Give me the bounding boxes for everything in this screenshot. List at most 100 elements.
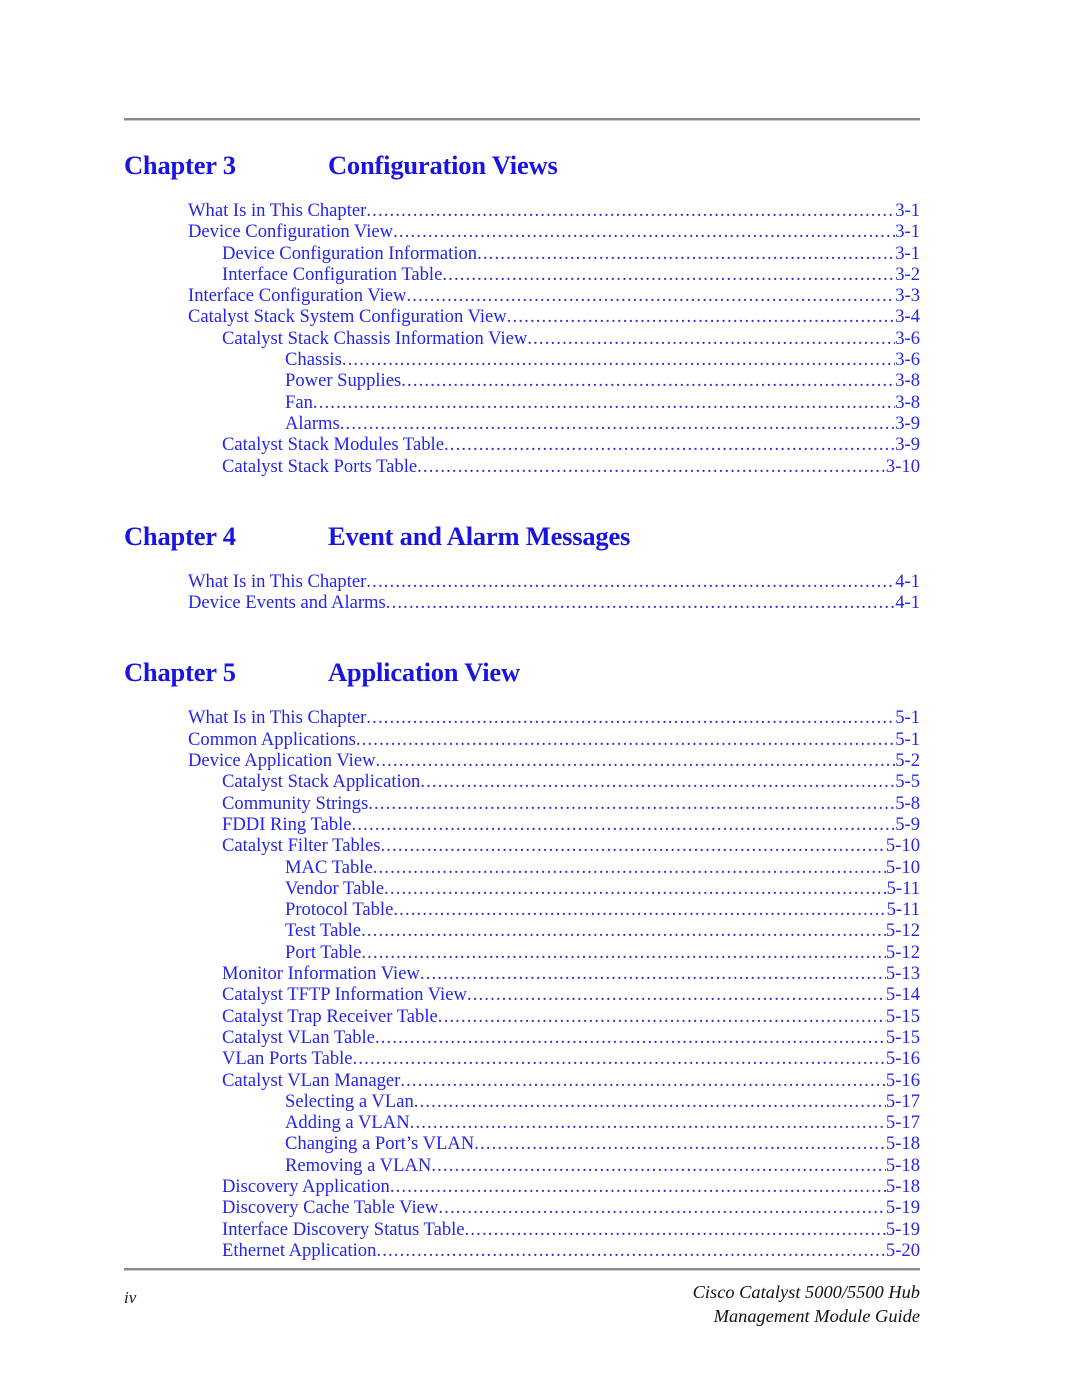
toc-entry-page-number: 5-1 — [895, 707, 920, 729]
toc-entry[interactable]: What Is in This Chapter 5-1 — [124, 707, 920, 728]
toc-entry-page-number: 5-2 — [895, 750, 920, 772]
toc-entry-label: Test Table — [285, 920, 362, 942]
toc-entry-label: Removing a VLAN — [285, 1154, 432, 1176]
toc-entry-label: Selecting a VLan — [285, 1090, 414, 1112]
toc-entry[interactable]: Monitor Information View 5-13 — [124, 963, 920, 984]
chapter-number-label: Chapter 3 — [124, 150, 236, 180]
toc-leader-dots — [340, 413, 895, 434]
toc-entry-label: Catalyst Stack System Configuration View — [188, 306, 507, 328]
toc-entry[interactable]: Device Configuration Information 3-1 — [124, 243, 920, 264]
toc-entry[interactable]: Device Application View 5-2 — [124, 750, 920, 771]
toc-entry-page-number: 3-6 — [895, 327, 920, 349]
toc-entry[interactable]: Removing a VLAN 5-18 — [124, 1155, 920, 1176]
toc-entry[interactable]: Device Events and Alarms 4-1 — [124, 592, 920, 613]
toc-entry-page-number: 3-10 — [885, 455, 920, 477]
toc-leader-dots — [431, 1155, 886, 1176]
toc-entry[interactable]: Catalyst Stack Chassis Information View 3… — [124, 328, 920, 349]
toc-entry[interactable]: Selecting a VLan 5-17 — [124, 1091, 920, 1112]
toc-entry-label: VLan Ports Table — [222, 1048, 353, 1070]
toc-entry[interactable]: Catalyst VLan Table 5-15 — [124, 1027, 920, 1048]
toc-entry-page-number: 5-10 — [885, 856, 920, 878]
toc-entry[interactable]: Chassis 3-6 — [124, 349, 920, 370]
toc-entry[interactable]: Vendor Table 5-11 — [124, 878, 920, 899]
toc-entry[interactable]: MAC Table 5-10 — [124, 857, 920, 878]
toc-entry-label: What Is in This Chapter — [188, 200, 367, 221]
toc-entry-page-number: 4-1 — [895, 570, 920, 592]
toc-entry[interactable]: Device Configuration View 3-1 — [124, 221, 920, 242]
toc-entry-label: Ethernet Application — [222, 1239, 377, 1261]
footer-rule — [124, 1268, 920, 1271]
toc-entry[interactable]: Protocol Table 5-11 — [124, 899, 920, 920]
toc-leader-dots — [410, 1112, 886, 1133]
toc-leader-dots — [386, 592, 895, 613]
toc-entry[interactable]: Ethernet Application 5-20 — [124, 1240, 920, 1261]
toc-entry[interactable]: Catalyst Trap Receiver Table 5-15 — [124, 1006, 920, 1027]
toc-entry[interactable]: Power Supplies 3-8 — [124, 370, 920, 391]
footer-document-title: Cisco Catalyst 5000/5500 Hub Management … — [693, 1280, 920, 1328]
toc-entry[interactable]: Catalyst Filter Tables 5-10 — [124, 835, 920, 856]
toc-entry[interactable]: Interface Configuration View 3-3 — [124, 285, 920, 306]
toc-entry-label: Catalyst Stack Chassis Information View — [222, 327, 528, 349]
toc-entry-page-number: 3-3 — [895, 285, 920, 307]
chapter-number-label: Chapter 4 — [124, 520, 236, 551]
toc-entry[interactable]: Catalyst Stack Ports Table 3-10 — [124, 456, 920, 477]
toc-entry-label: What Is in This Chapter — [188, 707, 367, 729]
toc-entry[interactable]: Catalyst Stack System Configuration View… — [124, 306, 920, 327]
toc-leader-dots — [352, 814, 896, 835]
toc-entry-label: Port Table — [285, 941, 362, 963]
toc-entry-list: What Is in This Chapter3-1Device Configu… — [124, 200, 920, 477]
toc-leader-dots — [376, 1240, 886, 1261]
toc-entry-label: Catalyst TFTP Information View — [222, 984, 467, 1006]
toc-entry[interactable]: Catalyst Stack Modules Table 3-9 — [124, 434, 920, 455]
toc-entry-page-number: 3-8 — [895, 391, 920, 413]
toc-entry[interactable]: Catalyst TFTP Information View 5-14 — [124, 984, 920, 1005]
toc-leader-dots — [442, 264, 895, 285]
toc-entry-page-number: 5-18 — [885, 1133, 920, 1155]
chapter-heading[interactable]: Chapter 3 Configuration Views — [124, 150, 920, 181]
toc-entry[interactable]: What Is in This Chapter 3-1 — [124, 200, 920, 221]
toc-entry[interactable]: Changing a Port’s VLAN 5-18 — [124, 1133, 920, 1154]
toc-entry-label: Chassis — [285, 349, 342, 371]
toc-entry[interactable]: Interface Discovery Status Table 5-19 — [124, 1219, 920, 1240]
toc-entry-page-number: 3-1 — [895, 242, 920, 264]
toc-leader-dots — [361, 942, 886, 963]
toc-entry-label: Catalyst Stack Ports Table — [222, 455, 418, 477]
toc-entry[interactable]: Common Applications 5-1 — [124, 729, 920, 750]
toc-entry[interactable]: Catalyst VLan Manager 5-16 — [124, 1070, 920, 1091]
toc-entry-label: Device Events and Alarms — [188, 592, 386, 614]
toc-entry-label: Common Applications — [188, 728, 356, 750]
toc-entry[interactable]: Fan 3-8 — [124, 392, 920, 413]
chapter-heading[interactable]: Chapter 4 Event and Alarm Messages — [124, 521, 920, 552]
toc-entry-page-number: 3-9 — [895, 412, 920, 434]
toc-entry-label: Catalyst Filter Tables — [222, 835, 381, 857]
toc-entry[interactable]: Alarms 3-9 — [124, 413, 920, 434]
toc-entry-page-number: 4-1 — [895, 592, 920, 614]
toc-leader-dots — [380, 835, 885, 856]
toc-entry-label: Device Configuration Information — [222, 242, 478, 264]
toc-entry[interactable]: Interface Configuration Table 3-2 — [124, 264, 920, 285]
toc-entry[interactable]: Adding a VLAN 5-17 — [124, 1112, 920, 1133]
toc-leader-dots — [417, 456, 886, 477]
page-footer: iv Cisco Catalyst 5000/5500 Hub Manageme… — [124, 1280, 920, 1340]
toc-entry[interactable]: Test Table 5-12 — [124, 920, 920, 941]
header-rule — [124, 118, 920, 121]
chapter-block: Chapter 4 Event and Alarm Messages What Is… — [124, 521, 920, 614]
toc-entry[interactable]: What Is in This Chapter 4-1 — [124, 571, 920, 592]
toc-entry[interactable]: Discovery Application 5-18 — [124, 1176, 920, 1197]
toc-entry-page-number: 3-6 — [895, 349, 920, 371]
toc-entry[interactable]: Community Strings 5-8 — [124, 793, 920, 814]
toc-entry[interactable]: Catalyst Stack Application 5-5 — [124, 771, 920, 792]
chapter-title: Event and Alarm Messages — [328, 520, 631, 551]
toc-leader-dots — [465, 1219, 886, 1240]
toc-leader-dots — [375, 1027, 886, 1048]
toc-entry-page-number: 5-15 — [885, 1005, 920, 1027]
toc-entry[interactable]: FDDI Ring Table 5-9 — [124, 814, 920, 835]
toc-entry[interactable]: VLan Ports Table 5-16 — [124, 1048, 920, 1069]
toc-entry-label: Interface Configuration Table — [222, 263, 443, 285]
toc-entry[interactable]: Discovery Cache Table View 5-19 — [124, 1197, 920, 1218]
chapter-heading[interactable]: Chapter 5 Application View — [124, 657, 920, 688]
toc-entry-label: Interface Discovery Status Table — [222, 1218, 465, 1240]
toc-entry-label: Discovery Application — [222, 1175, 390, 1197]
toc-entry-label: Discovery Cache Table View — [222, 1197, 439, 1219]
toc-entry[interactable]: Port Table 5-12 — [124, 942, 920, 963]
